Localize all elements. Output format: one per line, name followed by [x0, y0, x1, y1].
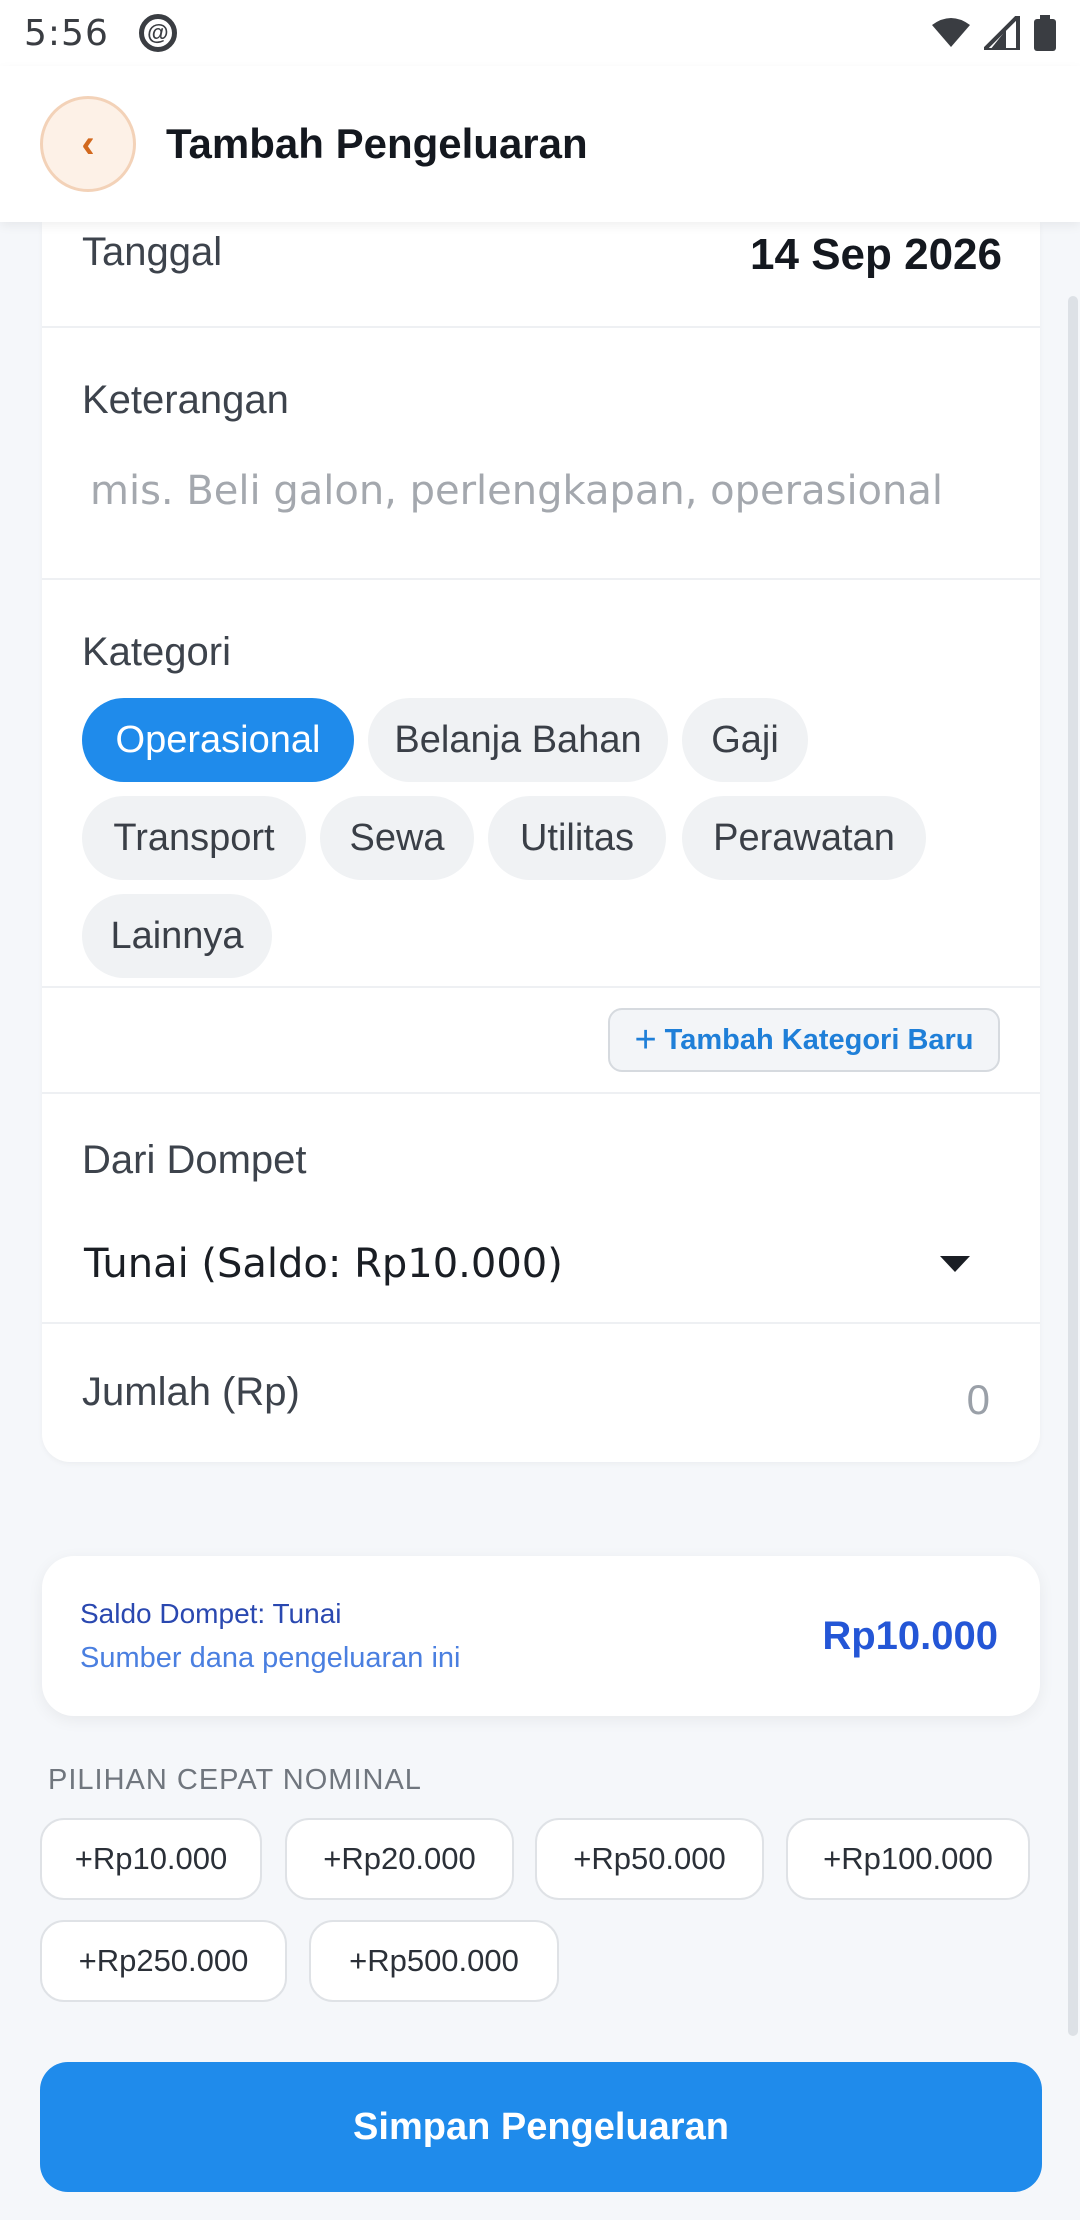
add-category-label: Tambah Kategori Baru: [664, 1023, 974, 1056]
caret-down-icon: [940, 1256, 970, 1272]
status-bar: 5:56 @: [0, 0, 1080, 66]
category-field: Kategori Operasional Belanja Bahan Gaji …: [42, 580, 1040, 988]
add-category-button[interactable]: + Tambah Kategori Baru: [608, 1008, 1000, 1072]
quick-amount-title: PILIHAN CEPAT NOMINAL: [48, 1764, 422, 1796]
quick-amount-500000[interactable]: +Rp500.000: [309, 1920, 559, 2002]
description-label: Keterangan: [82, 378, 289, 422]
category-chip-lainnya[interactable]: Lainnya: [82, 894, 272, 978]
amount-label: Jumlah (Rp): [82, 1370, 300, 1414]
expense-form: Tanggal 14 Sep 2026 Keterangan Kategori …: [42, 222, 1040, 1462]
category-label: Kategori: [82, 630, 231, 674]
category-chip-transport[interactable]: Transport: [82, 796, 306, 880]
app-header: ‹ Tambah Pengeluaran: [0, 66, 1080, 222]
quick-amount-50000[interactable]: +Rp50.000: [535, 1818, 764, 1900]
status-icons: [932, 15, 1056, 51]
quick-amount-250000[interactable]: +Rp250.000: [40, 1920, 287, 2002]
description-field: Keterangan: [42, 328, 1040, 580]
status-time: 5:56: [24, 12, 109, 54]
battery-icon: [1034, 15, 1056, 51]
wallet-balance-subtitle: Sumber dana pengeluaran ini: [80, 1642, 461, 1674]
page-title: Tambah Pengeluaran: [166, 120, 588, 167]
amount-input[interactable]: 0: [967, 1376, 990, 1424]
amount-field[interactable]: Jumlah (Rp) 0: [42, 1324, 1040, 1462]
at-sign-icon: @: [138, 14, 177, 52]
wallet-field: Dari Dompet Tunai (Saldo: Rp10.000): [42, 1094, 1040, 1324]
wifi-icon: [932, 18, 970, 47]
wallet-balance-amount: Rp10.000: [822, 1614, 998, 1658]
wallet-balance-card: Saldo Dompet: Tunai Sumber dana pengelua…: [42, 1556, 1040, 1716]
wallet-select[interactable]: Tunai (Saldo: Rp10.000): [84, 1224, 1000, 1304]
category-chip-sewa[interactable]: Sewa: [320, 796, 474, 880]
add-category-row: + Tambah Kategori Baru: [42, 988, 1040, 1094]
quick-amount-10000[interactable]: +Rp10.000: [40, 1818, 262, 1900]
date-label: Tanggal: [82, 230, 223, 274]
quick-amount-100000[interactable]: +Rp100.000: [786, 1818, 1030, 1900]
wallet-balance-title: Saldo Dompet: Tunai: [80, 1598, 342, 1629]
category-chip-belanja-bahan[interactable]: Belanja Bahan: [368, 698, 668, 782]
category-chip-utilitas[interactable]: Utilitas: [488, 796, 666, 880]
wallet-label: Dari Dompet: [82, 1138, 307, 1182]
date-value[interactable]: 14 Sep 2026: [750, 230, 1002, 280]
scrollbar[interactable]: [1068, 296, 1078, 2036]
description-input[interactable]: [90, 456, 1000, 526]
date-field[interactable]: Tanggal 14 Sep 2026: [42, 222, 1040, 328]
signal-icon: [984, 16, 1020, 50]
category-chip-operasional[interactable]: Operasional: [82, 698, 354, 782]
quick-amount-20000[interactable]: +Rp20.000: [285, 1818, 514, 1900]
plus-icon: +: [634, 1018, 657, 1061]
save-expense-button[interactable]: Simpan Pengeluaran: [40, 2062, 1042, 2192]
wallet-selected-value: Tunai (Saldo: Rp10.000): [84, 1241, 563, 1287]
category-chip-perawatan[interactable]: Perawatan: [682, 796, 926, 880]
back-button[interactable]: ‹: [40, 96, 136, 192]
category-chip-gaji[interactable]: Gaji: [682, 698, 808, 782]
chevron-left-icon: ‹: [81, 121, 95, 166]
